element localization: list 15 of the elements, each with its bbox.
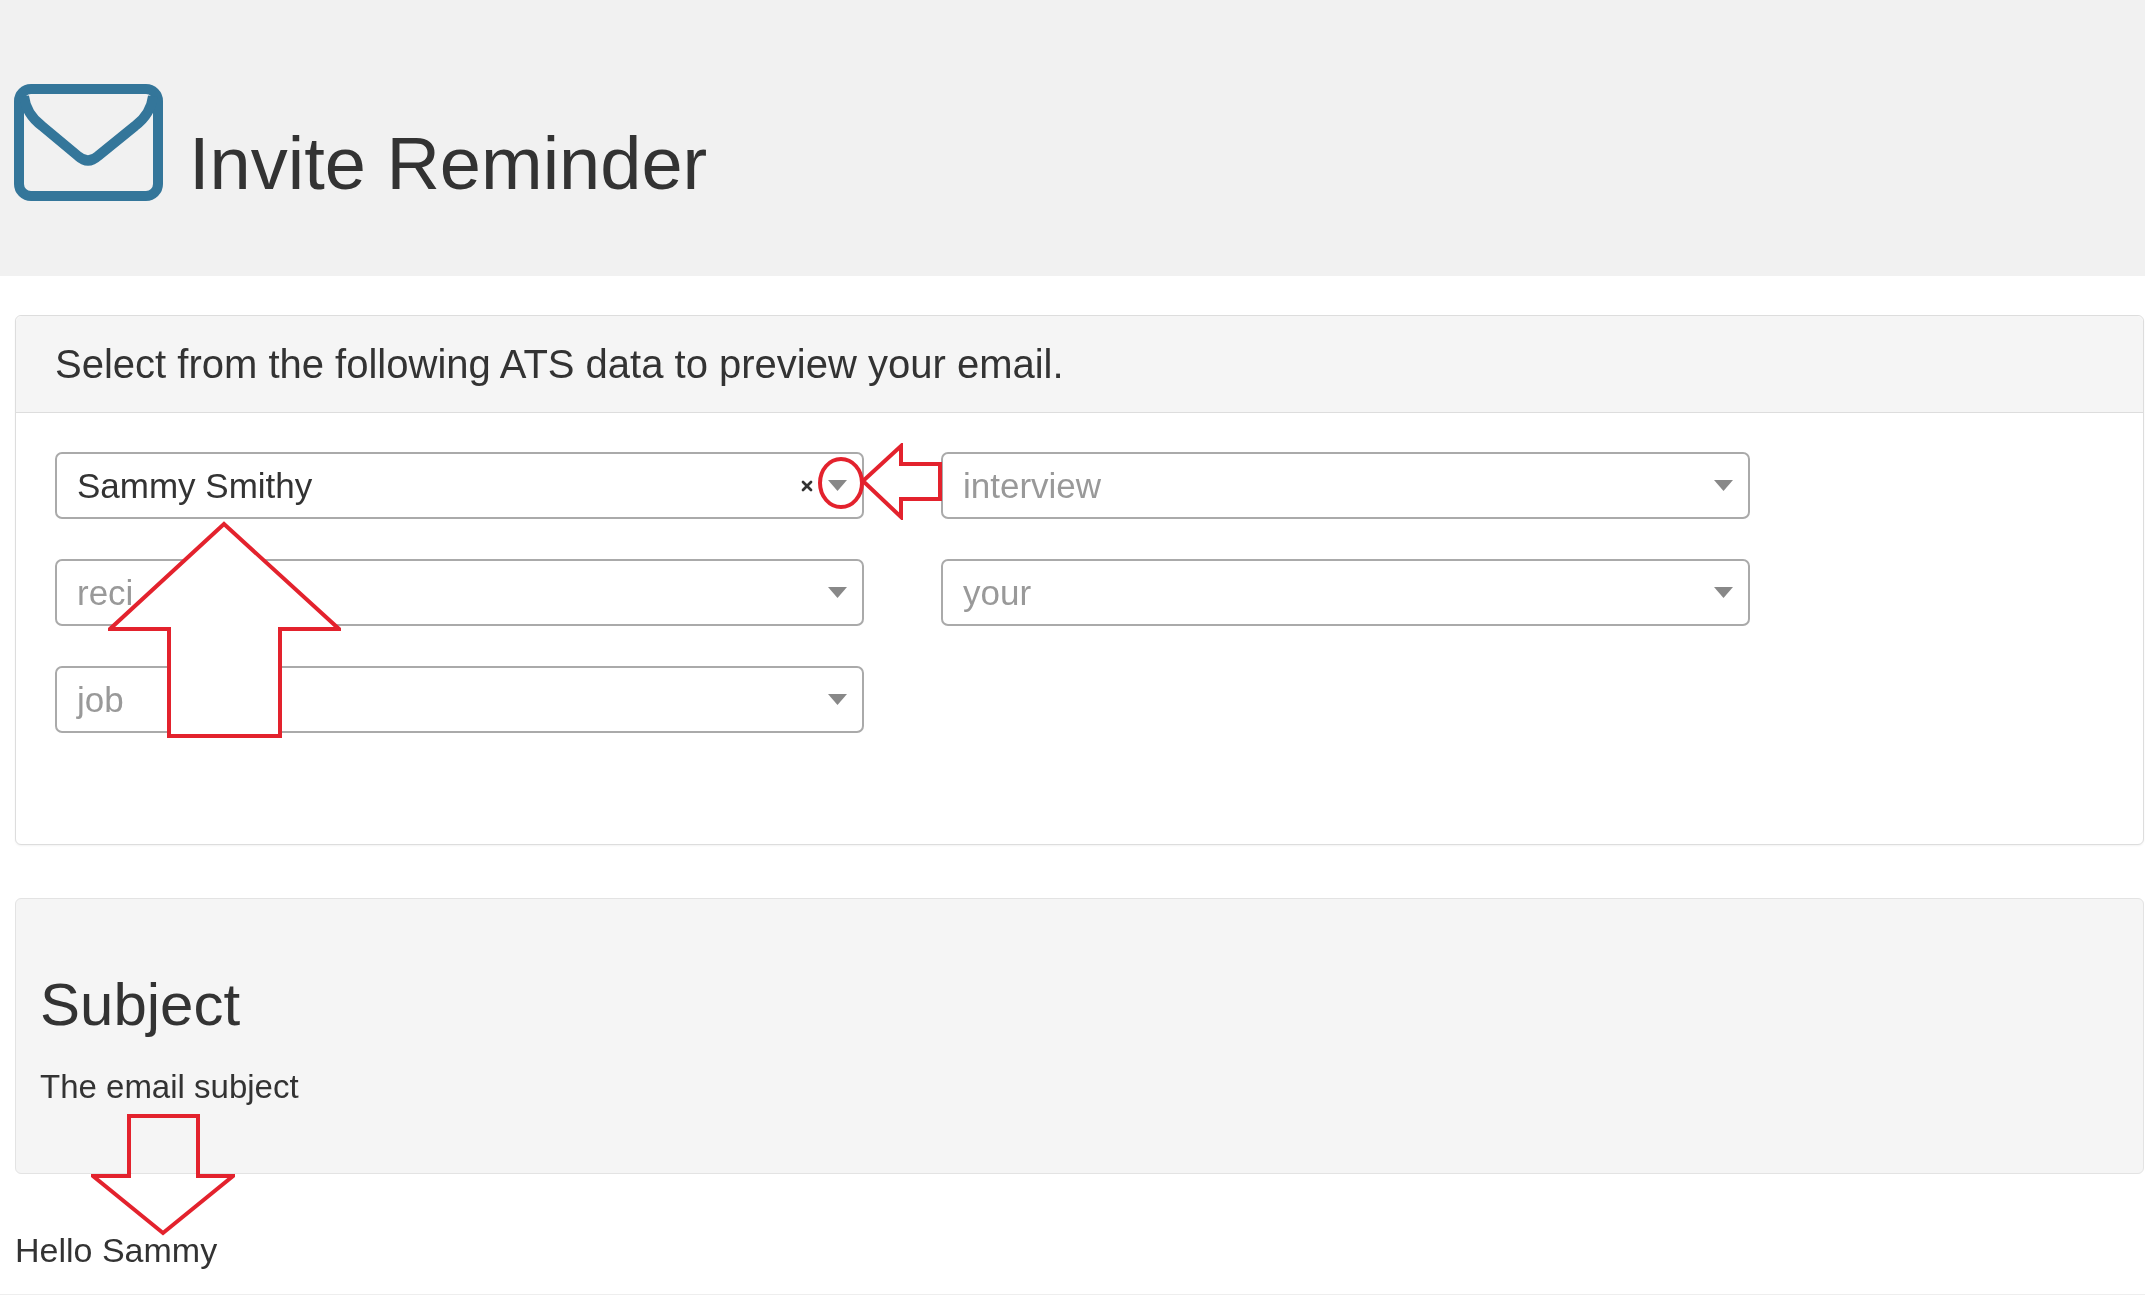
panel-heading: Select from the following ATS data to preview your email. [55,344,1064,384]
envelope-icon [14,84,163,201]
select-field[interactable]: Sammy Smithy [55,452,864,519]
caret-icon [1714,587,1733,598]
subject-heading: Subject [40,972,241,1038]
page-title: Invite Reminder [189,127,708,201]
circle-annotation [817,456,865,510]
email-body-text: Hello Sammy [15,1230,218,1271]
caret-icon [828,480,847,491]
select-field[interactable]: your [941,559,1750,626]
select-field[interactable]: interview [941,452,1750,519]
caret-icon [828,587,847,598]
caret-icon [1714,480,1733,491]
subject-text: The email subject [40,1067,299,1107]
caret-icon [828,694,847,705]
